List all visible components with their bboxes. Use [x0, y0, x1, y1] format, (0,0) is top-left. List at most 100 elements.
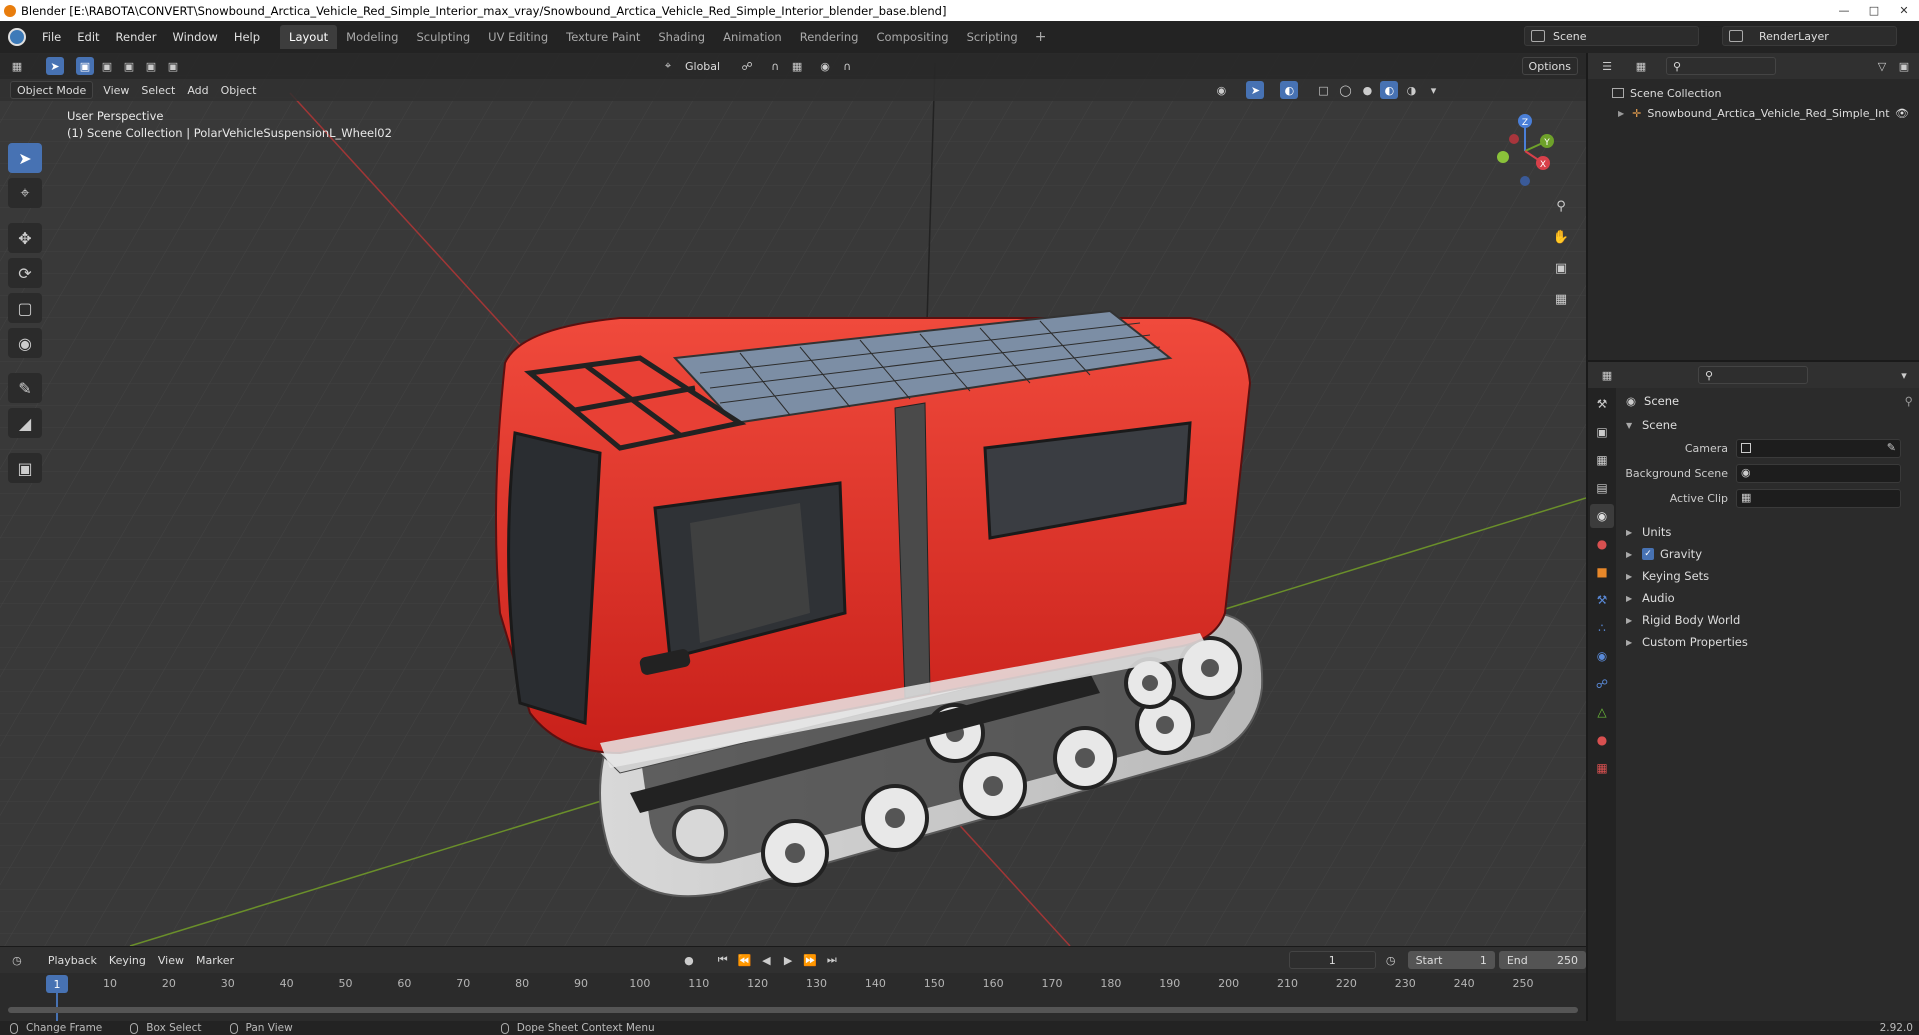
transform-orientation-dropdown[interactable]: Global — [679, 57, 726, 75]
eyedropper-icon[interactable]: ✎ — [1887, 441, 1896, 454]
jump-keyframe-back-icon[interactable]: ⏪ — [736, 951, 754, 969]
preview-range-icon[interactable]: ◷ — [1382, 951, 1400, 969]
solid-shading-icon[interactable]: ● — [1358, 81, 1376, 99]
particles-tab-icon[interactable]: ∴ — [1590, 616, 1614, 640]
output-tab-icon[interactable]: ▦ — [1590, 448, 1614, 472]
current-frame-field[interactable]: 1 — [1288, 951, 1376, 969]
tab-rendering[interactable]: Rendering — [791, 25, 868, 49]
start-frame-field[interactable]: Start 1 — [1407, 951, 1495, 969]
pin-icon[interactable]: ⚲ — [1905, 394, 1913, 408]
end-frame-field[interactable]: End 250 — [1498, 951, 1587, 969]
menu-help[interactable]: Help — [226, 27, 268, 47]
filter-icon[interactable]: ▽ — [1873, 57, 1891, 75]
transform-tool-icon[interactable]: ◉ — [8, 328, 42, 358]
rotate-tool-icon[interactable]: ⟳ — [8, 258, 42, 288]
tab-scripting[interactable]: Scripting — [958, 25, 1027, 49]
background-scene-field[interactable]: ◉ — [1736, 464, 1901, 483]
falloff-icon[interactable]: ∩ — [838, 57, 856, 75]
select-tool-icon[interactable]: ➤ — [46, 57, 64, 75]
current-frame-marker[interactable]: 1 — [46, 975, 68, 993]
units-panel[interactable]: ▶ Units — [1616, 521, 1919, 543]
timeline-ruler[interactable]: 1 10 20 30 40 50 60 70 80 90 100 110 120 130 140 150 160… — [0, 973, 1586, 1023]
snap-icon[interactable]: ∩ — [766, 57, 784, 75]
viewport-menu-select[interactable]: Select — [135, 81, 181, 99]
camera-view-icon[interactable]: ▣ — [1548, 255, 1574, 281]
menu-edit[interactable]: Edit — [69, 27, 107, 47]
tab-texture-paint[interactable]: Texture Paint — [557, 25, 649, 49]
tab-compositing[interactable]: Compositing — [867, 25, 957, 49]
object-mode-dropdown[interactable]: Object Mode — [10, 81, 94, 99]
keying-menu[interactable]: Keying — [103, 951, 152, 969]
outliner-row-scene-collection[interactable]: Scene Collection — [1588, 83, 1919, 103]
play-icon[interactable]: ▶ — [779, 951, 797, 969]
overlays-icon[interactable]: ◐ — [1280, 81, 1299, 99]
wireframe-shading-icon[interactable]: ◯ — [1336, 81, 1354, 99]
data-tab-icon[interactable]: △ — [1590, 700, 1614, 724]
scene-panel-header[interactable]: ▼ Scene — [1616, 414, 1919, 436]
keying-sets-panel[interactable]: ▶ Keying Sets — [1616, 565, 1919, 587]
play-reverse-icon[interactable]: ◀ — [757, 951, 775, 969]
select-box-tool-icon[interactable]: ➤ — [8, 143, 42, 173]
properties-options-icon[interactable]: ▾ — [1895, 366, 1913, 384]
eye-visibility-icon[interactable]: 👁 — [1895, 107, 1909, 120]
select-intersect-icon[interactable]: ▣ — [164, 57, 182, 75]
pan-hand-icon[interactable]: ✋ — [1548, 224, 1574, 250]
options-dropdown[interactable]: Options — [1521, 57, 1578, 75]
scale-tool-icon[interactable]: ▢ — [8, 293, 42, 323]
rendered-shading-icon[interactable]: ◑ — [1402, 81, 1420, 99]
perspective-toggle-icon[interactable]: ▦ — [1548, 286, 1574, 312]
zoom-icon[interactable]: ⚲ — [1548, 193, 1574, 219]
close-icon[interactable]: ✕ — [1889, 0, 1919, 21]
menu-window[interactable]: Window — [164, 27, 225, 47]
gizmos-icon[interactable]: ➤ — [1246, 81, 1265, 99]
select-box-mode-icon[interactable]: ▣ — [76, 57, 94, 75]
pivot-point-icon[interactable]: ☍ — [738, 57, 756, 75]
viewport-menu-object[interactable]: Object — [215, 81, 263, 99]
gravity-panel[interactable]: ▶ ✓ Gravity — [1616, 543, 1919, 565]
rigid-body-world-panel[interactable]: ▶ Rigid Body World — [1616, 609, 1919, 631]
outliner-editor-type-icon[interactable]: ☰ — [1598, 57, 1616, 75]
marker-menu[interactable]: Marker — [190, 951, 240, 969]
material-tab-icon[interactable]: ● — [1590, 728, 1614, 752]
proportional-edit-icon[interactable]: ◉ — [816, 57, 834, 75]
jump-keyframe-forward-icon[interactable]: ⏩ — [801, 951, 819, 969]
custom-properties-panel[interactable]: ▶ Custom Properties — [1616, 631, 1919, 653]
shading-dropdown-icon[interactable]: ▾ — [1424, 81, 1442, 99]
new-collection-icon[interactable]: ▣ — [1895, 57, 1913, 75]
timeline-view-menu[interactable]: View — [152, 951, 190, 969]
properties-search-input[interactable]: ⚲ — [1698, 366, 1808, 384]
tool-tab-icon[interactable]: ⚒ — [1590, 392, 1614, 416]
playback-menu[interactable]: Playback — [42, 951, 103, 969]
gravity-checkbox[interactable]: ✓ — [1642, 548, 1654, 560]
object-tab-icon[interactable]: ■ — [1590, 560, 1614, 584]
viewport-menu-add[interactable]: Add — [181, 81, 214, 99]
jump-end-icon[interactable]: ⏭ — [823, 951, 841, 969]
outliner-row-vehicle[interactable]: ▶ ✛ Snowbound_Arctica_Vehicle_Red_Simple… — [1588, 103, 1919, 123]
outliner-search-input[interactable]: ⚲ — [1666, 57, 1776, 75]
scene-tab-icon[interactable]: ◉ — [1590, 504, 1614, 528]
tab-layout[interactable]: Layout — [280, 25, 338, 49]
material-shading-icon[interactable]: ◐ — [1380, 81, 1399, 99]
minimize-icon[interactable]: — — [1829, 0, 1859, 21]
render-tab-icon[interactable]: ▣ — [1590, 420, 1614, 444]
maximize-icon[interactable]: □ — [1859, 0, 1889, 21]
editor-type-icon[interactable]: ▦ — [8, 57, 26, 75]
world-tab-icon[interactable]: ● — [1590, 532, 1614, 556]
active-clip-field[interactable]: ▦ — [1736, 489, 1901, 508]
snap-increment-icon[interactable]: ▦ — [788, 57, 806, 75]
3d-viewport[interactable]: ▦ ➤ ▣ ▣ ▣ ▣ ▣ ⌖ Global ☍ ∩ ▦ ◉ ∩ Options… — [0, 53, 1586, 946]
blender-logo-icon[interactable] — [8, 28, 26, 46]
physics-tab-icon[interactable]: ◉ — [1590, 644, 1614, 668]
visibility-icon[interactable]: ◉ — [1212, 81, 1230, 99]
navigation-gizmo[interactable]: Z Y X — [1490, 111, 1560, 186]
tab-shading[interactable]: Shading — [649, 25, 714, 49]
properties-editor-type-icon[interactable]: ▦ — [1598, 366, 1616, 384]
timeline-scrollbar[interactable] — [8, 1007, 1578, 1013]
expand-arrow-icon[interactable]: ▶ — [1618, 109, 1624, 118]
add-workspace-icon[interactable]: + — [1027, 25, 1055, 49]
tab-modeling[interactable]: Modeling — [337, 25, 407, 49]
tab-sculpting[interactable]: Sculpting — [407, 25, 479, 49]
viewport-menu-view[interactable]: View — [97, 81, 135, 99]
select-extend-icon[interactable]: ▣ — [98, 57, 116, 75]
modifier-tab-icon[interactable]: ⚒ — [1590, 588, 1614, 612]
